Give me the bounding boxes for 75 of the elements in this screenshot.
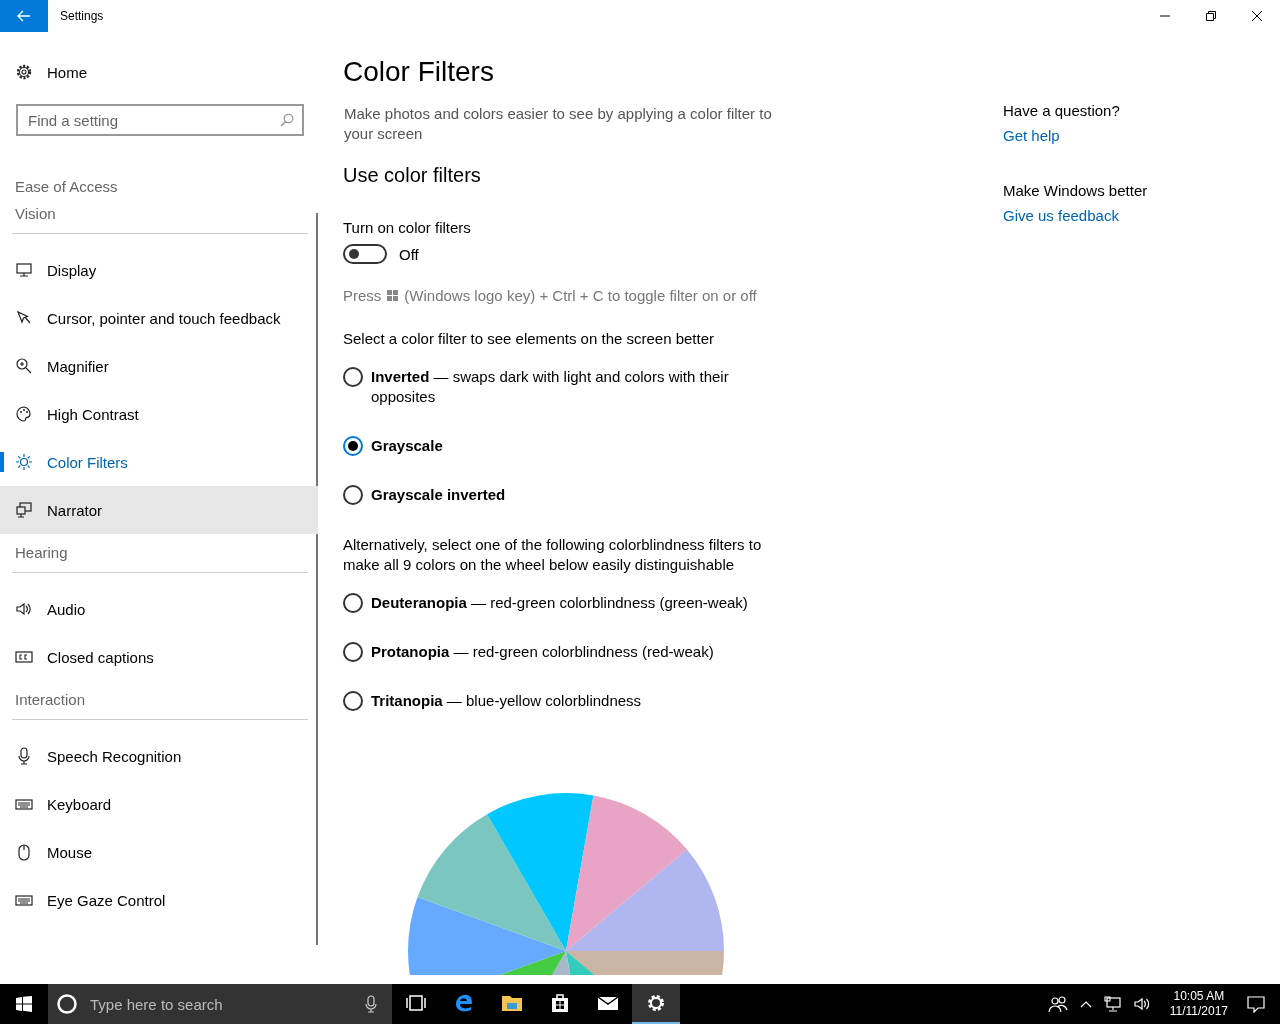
section-title: Use color filters	[343, 164, 482, 187]
filter-prompt: Select a color filter to see elements on the screen better	[343, 330, 716, 347]
radio-button[interactable]	[343, 485, 363, 505]
windows-logo-icon	[16, 996, 32, 1012]
aside-heading: Make Windows better	[1003, 182, 1148, 199]
colorblind-prompt: Alternatively, select one of the following colorblindness filters to make all 9 colors on the wheel below easily distinguishable	[343, 535, 763, 575]
people-icon[interactable]	[1047, 995, 1068, 1013]
aside-heading: Have a question?	[1003, 102, 1121, 119]
radio-button[interactable]	[343, 367, 363, 387]
hint-text: Press	[343, 287, 382, 304]
clock-date[interactable]: 11/11/2017	[1169, 1004, 1228, 1019]
nav-item[interactable]: Color Filters	[0, 438, 320, 486]
mouse-icon	[15, 843, 33, 861]
nav-item[interactable]: Cursor, pointer and touch feedback	[0, 294, 320, 342]
search-field[interactable]: Type here to search	[88, 994, 354, 1014]
page-description: Make photos and colors easier to see by applying a color filter to your screen	[344, 104, 773, 144]
taskbar-button[interactable]	[632, 984, 680, 1024]
nav-item[interactable]: Keyboard	[0, 780, 320, 828]
gear-icon	[15, 63, 33, 81]
microphone-icon	[364, 995, 378, 1013]
nav-item[interactable]: Narrator	[0, 486, 318, 534]
microphone-icon	[15, 747, 33, 765]
speaker-icon	[15, 600, 33, 618]
clock-time[interactable]: 10:05 AM	[1173, 989, 1225, 1004]
radio-button[interactable]	[343, 642, 363, 662]
home-link[interactable]: Home	[0, 52, 320, 92]
nav-item[interactable]: Audio	[0, 585, 320, 633]
circle-icon	[56, 993, 78, 1015]
chevron-up-icon[interactable]	[1079, 1000, 1092, 1008]
hint-text: (Windows logo key) + Ctrl + C to toggle filter on or off	[404, 287, 757, 304]
nav-item[interactable]: Eye Gaze Control	[0, 876, 320, 924]
toggle-state: Off	[399, 245, 419, 263]
monitor-icon	[15, 261, 33, 279]
narrator-icon	[15, 501, 33, 519]
page-title: Color Filters	[343, 56, 495, 88]
search-icon	[280, 113, 294, 127]
radio-label: Inverted — swaps dark with light and colors with their opposites	[371, 367, 730, 407]
palette-icon	[15, 405, 33, 423]
network-icon[interactable]	[1103, 996, 1122, 1012]
group-heading: Interaction	[14, 691, 87, 710]
radio-button[interactable]	[343, 436, 363, 456]
toggle-switch[interactable]	[343, 244, 387, 264]
scrollbar[interactable]	[316, 213, 318, 945]
radio-label: Grayscale inverted	[371, 485, 506, 505]
nav-item[interactable]: Display	[0, 246, 320, 294]
sun-icon	[15, 453, 33, 471]
aside-link[interactable]: Give us feedback	[1003, 207, 1119, 224]
group-heading: Vision	[14, 205, 57, 224]
speaker-icon[interactable]	[1133, 996, 1152, 1012]
back-button[interactable]	[0, 0, 48, 32]
toggle-label: Turn on color filters	[343, 219, 472, 236]
radio-button[interactable]	[343, 593, 363, 613]
nav-item[interactable]: Speech Recognition	[0, 732, 320, 780]
taskbar-search-bar[interactable]: Type here to search	[48, 984, 392, 1024]
radio-label: Tritanopia — blue-yellow colorblindness	[371, 691, 642, 711]
section-heading: Ease of Access	[14, 178, 119, 195]
restore-icon	[1206, 11, 1216, 21]
close-icon	[1252, 11, 1262, 21]
window-title: Settings	[60, 9, 104, 23]
nav-item[interactable]: Closed captions	[0, 633, 320, 681]
nav-item[interactable]: Magnifier	[0, 342, 320, 390]
radio-label: Protanopia — red-green colorblindness (red-weak)	[371, 642, 714, 662]
nav-item[interactable]: High Contrast	[0, 390, 320, 438]
radio-label: Deuteranopia — red-green colorblindness (green-weak)	[371, 593, 748, 613]
radio-label: Grayscale	[371, 436, 443, 456]
search-field[interactable]: Find a setting	[16, 104, 304, 136]
notifications-icon[interactable]	[1246, 995, 1266, 1013]
radio-button[interactable]	[343, 691, 363, 711]
group-heading: Hearing	[14, 544, 69, 563]
nav-item[interactable]: Mouse	[0, 828, 320, 876]
aside-link[interactable]: Get help	[1003, 127, 1060, 144]
magnifier-icon	[15, 357, 33, 375]
closed-captions-icon	[15, 648, 33, 666]
back-arrow-icon	[16, 8, 32, 24]
windows-logo-icon	[387, 290, 399, 301]
